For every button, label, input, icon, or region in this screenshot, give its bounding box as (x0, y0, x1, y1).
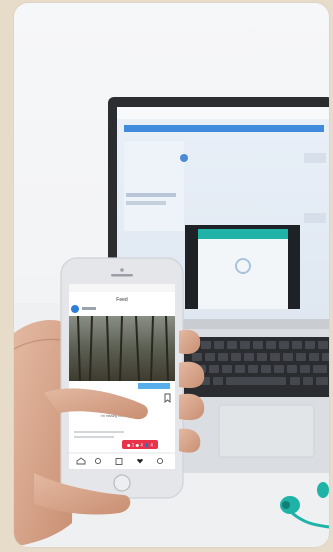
browser-tab-bar (124, 125, 324, 132)
photo-scene: Feed i'm missing the the woods ● 1 ● 4 👤… (14, 97, 329, 547)
home-button[interactable] (113, 474, 131, 492)
photo-card: Feed i'm missing the the woods ● 1 ● 4 👤… (14, 3, 329, 547)
trackpad (218, 404, 315, 458)
smartphone: Feed i'm missing the the woods ● 1 ● 4 👤… (60, 257, 184, 499)
app-title: Feed (116, 297, 128, 303)
notification-badge-text: ● 1 ● 4 👤 4 (127, 443, 153, 448)
